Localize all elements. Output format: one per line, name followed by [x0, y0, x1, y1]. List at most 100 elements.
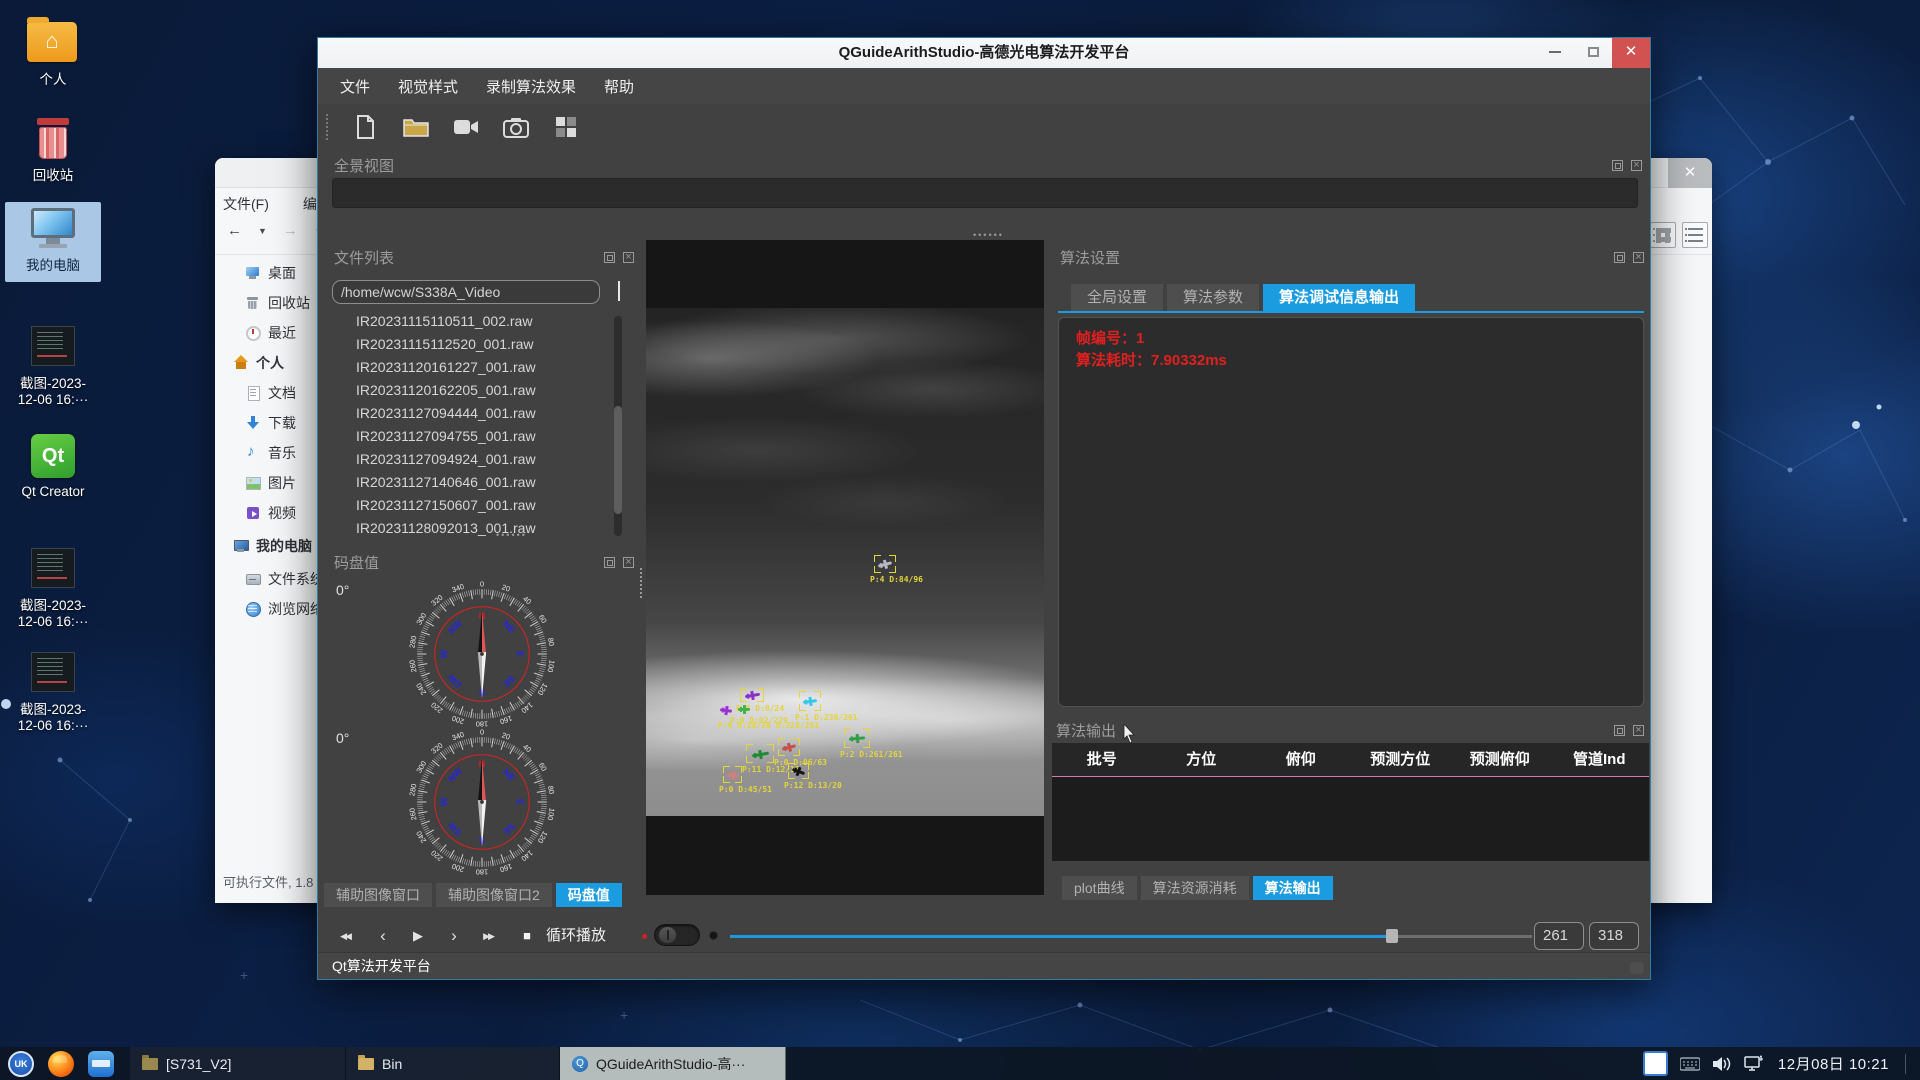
- float-panel-icon[interactable]: [1614, 725, 1625, 736]
- fm-sidebar-item-video[interactable]: 视频: [215, 498, 323, 528]
- desktop-icon-qt-creator[interactable]: Qt Qt Creator: [5, 434, 101, 500]
- seek-slider-handle[interactable]: [1386, 929, 1398, 943]
- desktop-icon-screenshot-2[interactable]: 截图-2023- 12-06 16:···: [5, 548, 101, 630]
- toolbar-grip[interactable]: [326, 114, 328, 140]
- close-panel-icon[interactable]: [1633, 725, 1644, 736]
- float-panel-icon[interactable]: [1614, 252, 1625, 263]
- desktop-icon-screenshot-1[interactable]: 截图-2023- 12-06 16:···: [5, 326, 101, 408]
- fm-sidebar-item-computer[interactable]: 我的电脑: [215, 531, 323, 561]
- close-panel-icon[interactable]: [623, 557, 634, 568]
- fm-sidebar-item-picture[interactable]: 图片: [215, 468, 323, 498]
- output-table-body[interactable]: [1052, 777, 1649, 861]
- close-panel-icon[interactable]: [1631, 160, 1642, 171]
- keyboard-icon[interactable]: [1680, 1057, 1700, 1071]
- file-list-item[interactable]: IR20231127094924_001.raw: [332, 448, 610, 471]
- desktop-icon-recycle-bin[interactable]: 回收站: [5, 118, 101, 184]
- panorama-strip[interactable]: [332, 178, 1638, 208]
- file-list-item[interactable]: IR20231127150607_001.raw: [332, 494, 610, 517]
- file-list-item[interactable]: IR20231128092013_001.raw: [332, 517, 610, 540]
- menu-item-1[interactable]: 文件: [340, 76, 370, 97]
- image-viewer[interactable]: P:4 D:84/96P:0 D:0/24P:0 D:02/229P:1 D:2…: [646, 240, 1044, 895]
- fm-sidebar-item-trash[interactable]: 回收站: [215, 288, 323, 318]
- desktop-icon-personal[interactable]: 个人: [5, 18, 101, 88]
- fm-sidebar-item-monitor[interactable]: 桌面: [215, 258, 323, 288]
- close-button[interactable]: ✕: [1612, 38, 1650, 68]
- desktop-icon-my-computer[interactable]: 我的电脑: [5, 202, 101, 282]
- taskbar-item-qguidearithstudio[interactable]: Q QGuideArithStudio-高···: [560, 1047, 786, 1080]
- fm-sidebar-item-download[interactable]: 下载: [215, 408, 323, 438]
- aux-tab-2[interactable]: 辅助图像窗口2: [436, 883, 552, 907]
- settings-tab-2[interactable]: 算法参数: [1167, 284, 1259, 311]
- file-list[interactable]: IR20231115110511_002.rawIR20231115112520…: [332, 310, 610, 540]
- splitter-handle[interactable]: [640, 568, 642, 598]
- taskbar-clock[interactable]: 12月08日 10:21: [1778, 1053, 1889, 1074]
- fm-sidebar-item-home[interactable]: 个人: [215, 348, 323, 378]
- network-icon[interactable]: [1744, 1055, 1766, 1072]
- close-panel-icon[interactable]: [1633, 252, 1644, 263]
- file-list-item[interactable]: IR20231127094755_001.raw: [332, 425, 610, 448]
- fm-sidebar-item-music[interactable]: 音乐: [215, 438, 323, 468]
- splitter-handle[interactable]: ••••••: [973, 230, 1004, 240]
- menu-item-2[interactable]: 视觉样式: [398, 76, 458, 97]
- volume-icon[interactable]: [1712, 1056, 1732, 1072]
- seek-slider-filled[interactable]: [730, 935, 1386, 938]
- float-panel-icon[interactable]: [1612, 160, 1623, 171]
- next-frame-button[interactable]: ›: [441, 922, 467, 950]
- menu-item-4[interactable]: 帮助: [604, 76, 634, 97]
- file-list-item[interactable]: IR20231120161227_001.raw: [332, 356, 610, 379]
- resize-grip[interactable]: [1630, 962, 1644, 974]
- list-view-button[interactable]: [1682, 222, 1708, 248]
- record-video-icon[interactable]: [452, 113, 480, 141]
- float-panel-icon[interactable]: [604, 557, 615, 568]
- close-panel-icon[interactable]: [623, 252, 634, 263]
- layout-grid-icon[interactable]: [552, 113, 580, 141]
- path-input[interactable]: /home/wcw/S338A_Video: [332, 280, 600, 304]
- fm-sidebar-item-globe[interactable]: 浏览网络: [215, 594, 323, 624]
- rewind-button[interactable]: ◀◀: [332, 922, 358, 950]
- launcher-menu-icon[interactable]: UK: [8, 1051, 34, 1077]
- file-list-item[interactable]: IR20231120162205_001.raw: [332, 379, 610, 402]
- fm-sidebar-item-clock[interactable]: 最近: [215, 318, 323, 348]
- grid-view-button[interactable]: [1650, 222, 1676, 248]
- minimize-button[interactable]: [1536, 38, 1574, 68]
- show-desktop-separator[interactable]: [1905, 1054, 1906, 1074]
- seek-slider-rest[interactable]: [1398, 935, 1532, 938]
- screenshot-camera-icon[interactable]: [502, 113, 530, 141]
- input-method-icon[interactable]: [1643, 1051, 1668, 1076]
- file-manager-icon[interactable]: [88, 1051, 114, 1077]
- current-frame-input[interactable]: 261: [1534, 922, 1584, 950]
- back-arrow-icon[interactable]: ←: [227, 222, 242, 239]
- aux-tab-1[interactable]: 辅助图像窗口: [324, 883, 432, 907]
- total-frame-input[interactable]: 318: [1589, 922, 1639, 950]
- back-dropdown-icon[interactable]: ▼: [258, 226, 267, 236]
- file-list-item[interactable]: IR20231115110511_002.raw: [332, 310, 610, 333]
- fm-sidebar-item-disk[interactable]: 文件系统: [215, 564, 323, 594]
- taskbar-item-bin[interactable]: Bin: [346, 1047, 560, 1080]
- loop-toggle[interactable]: [654, 924, 700, 946]
- maximize-button[interactable]: [1574, 38, 1612, 68]
- float-panel-icon[interactable]: [604, 252, 615, 263]
- menu-item-3[interactable]: 录制算法效果: [486, 76, 576, 97]
- aux-tab-3[interactable]: 码盘值: [556, 883, 622, 907]
- settings-tab-3[interactable]: 算法调试信息输出: [1263, 284, 1415, 311]
- open-folder-icon[interactable]: [402, 113, 430, 141]
- fm-menu-file[interactable]: 文件(F): [223, 194, 269, 214]
- fast-forward-button[interactable]: ▶▶: [475, 922, 501, 950]
- desktop-icon-screenshot-3[interactable]: 截图-2023- 12-06 16:···: [5, 652, 101, 734]
- file-list-item[interactable]: IR20231115112520_001.raw: [332, 333, 610, 356]
- settings-tab-1[interactable]: 全局设置: [1071, 284, 1163, 311]
- fm-sidebar-item-doc[interactable]: 文档: [215, 378, 323, 408]
- output-tab-2[interactable]: 算法资源消耗: [1141, 876, 1249, 900]
- file-list-scrollbar-thumb[interactable]: [614, 406, 622, 514]
- play-button[interactable]: ▶: [405, 922, 431, 950]
- file-list-item[interactable]: IR20231127140646_001.raw: [332, 471, 610, 494]
- splitter-handle[interactable]: ••••••: [496, 530, 527, 540]
- prev-frame-button[interactable]: ‹: [370, 922, 396, 950]
- new-file-icon[interactable]: [352, 113, 380, 141]
- output-tab-1[interactable]: plot曲线: [1062, 876, 1137, 900]
- taskbar-item-s731[interactable]: [S731_V2]: [130, 1047, 346, 1080]
- file-manager-close-button[interactable]: ✕: [1668, 158, 1712, 188]
- firefox-icon[interactable]: [48, 1051, 74, 1077]
- file-list-item[interactable]: IR20231127094444_001.raw: [332, 402, 610, 425]
- output-tab-3[interactable]: 算法输出: [1253, 876, 1333, 900]
